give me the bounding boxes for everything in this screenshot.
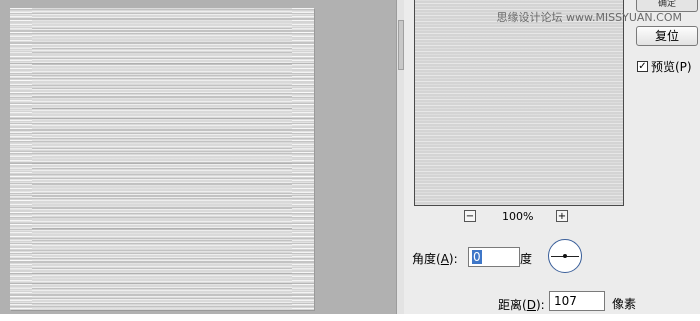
preview-checkbox[interactable]: ✓ [637,61,648,72]
image-edge-right [292,8,314,310]
document-canvas-area [0,0,396,314]
angle-dial-icon[interactable] [548,239,582,273]
preview-toggle[interactable]: ✓ 预览(P) [637,58,692,75]
angle-label: 角度(A): [412,252,458,266]
document-image-preview [10,8,314,310]
reset-button[interactable]: 复位 [636,26,698,46]
watermark-text: 思缘设计论坛 www.MISSYUAN.COM [496,11,682,24]
image-edge-left [10,8,32,310]
distance-label: 距离(D): [498,298,545,312]
dial-center-dot [563,254,567,258]
filter-preview-window[interactable] [414,0,624,206]
preview-label: 预览(P) [651,60,692,74]
zoom-in-button[interactable]: + [556,210,568,222]
check-icon: ✓ [638,61,647,72]
zoom-level: 100% [502,210,534,223]
angle-unit: 度 [520,252,533,266]
motion-blur-dialog: − 100% + 确定 复位 ✓ 预览(P) 角度(A): 0 度 距离(D):… [404,0,700,314]
distance-input[interactable]: 107 [549,291,605,311]
zoom-controls: − 100% + [464,210,584,224]
distance-unit: 像素 [612,297,637,311]
zoom-out-button[interactable]: − [464,210,476,222]
angle-value: 0 [472,250,482,264]
angle-input[interactable]: 0 [468,247,520,267]
